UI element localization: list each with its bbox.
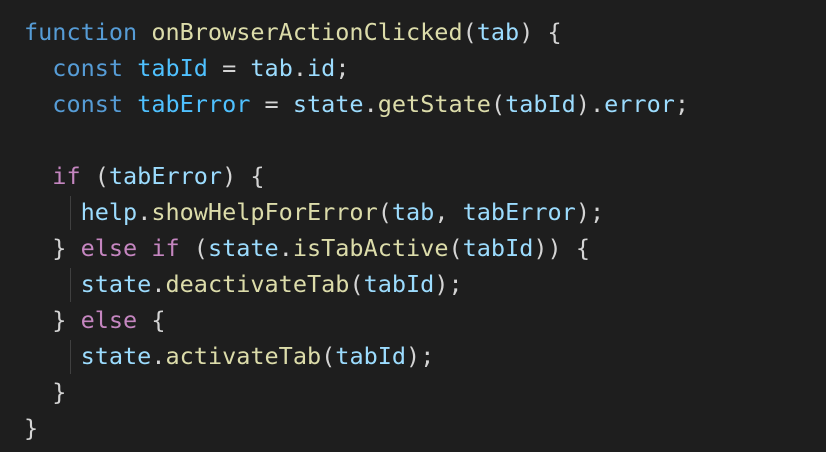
code-token: isTabActive [292,234,449,262]
code-token: showHelpForError [151,198,378,226]
code-token: tabId [335,342,407,370]
code-token: tab [250,54,293,82]
indent-guide [70,196,71,230]
code-token: tabError [137,90,251,118]
code-token: = [250,90,293,118]
code-line: if (tabError) { [24,158,265,194]
code-token: getState [377,90,491,118]
code-token: , [434,198,463,226]
code-token: const [52,54,124,82]
code-token: ( [80,162,109,190]
code-token: ; [335,54,350,82]
code-token: state [292,90,364,118]
code-token: else [80,306,138,334]
code-token: . [292,54,308,82]
code-token: ( [321,342,336,370]
code-line: const tabId = tab.id; [24,50,349,86]
code-token: ; [674,90,690,118]
code-line: state.deactivateTab(tabId); [24,266,463,302]
code-token: state [80,270,152,298]
code-token: activateTab [165,342,322,370]
code-token: ( [349,270,364,298]
code-token: ) { [222,162,265,190]
code-token: deactivateTab [165,270,350,298]
code-token: tabId [462,234,534,262]
code-line: const tabError = state.getState(tabId).e… [24,86,689,122]
code-token: . [137,198,152,226]
code-token: } [24,414,39,442]
code-token: } [24,234,81,262]
code-line: } [24,410,38,446]
code-token: } [24,378,67,406]
code-token: . [363,90,378,118]
code-line: function onBrowserActionClicked(tab) { [24,14,562,50]
code-token: { [137,306,166,334]
code-line: state.activateTab(tabId); [24,338,435,374]
code-token: tab [476,18,520,46]
code-token: ( [448,234,463,262]
code-token: ( [179,234,208,262]
code-token: ); [406,342,435,370]
code-token: const [52,90,124,118]
code-token: id [307,54,336,82]
code-token: else [80,234,138,262]
code-token: state [80,342,152,370]
code-token: ); [434,270,463,298]
code-line: } else if (state.isTabActive(tabId)) { [24,230,590,266]
code-token: ); [575,198,605,226]
code-token: state [207,234,279,262]
code-editor[interactable]: function onBrowserActionClicked(tab) { c… [0,0,826,452]
code-token: if [151,234,180,262]
code-token: = [207,54,251,82]
code-token: ( [462,18,477,46]
code-token: . [278,234,293,262]
code-line: } else { [24,302,165,338]
code-line: help.showHelpForError(tab, tabError); [24,194,605,230]
code-token: . [151,270,166,298]
code-token: ( [377,198,392,226]
code-token: function [24,18,138,46]
code-token: tabId [505,90,576,118]
code-token: . [151,342,166,370]
code-token: onBrowserActionClicked [151,18,463,46]
code-token: tabId [363,270,435,298]
indent-guide [70,340,71,374]
code-token: error [604,90,675,118]
code-token: ( [490,90,506,118]
code-token: } [24,306,81,334]
code-token: tabError [108,162,223,190]
indent-guide [70,268,71,302]
code-token: )) { [533,234,590,262]
code-token: tabId [137,54,208,82]
code-token: tabError [462,198,576,226]
code-line: } [24,374,66,410]
code-token: tab [391,198,435,226]
code-token: if [52,162,81,190]
code-token: ). [575,90,605,118]
code-token: ) { [519,18,562,46]
code-token: help [80,198,138,226]
